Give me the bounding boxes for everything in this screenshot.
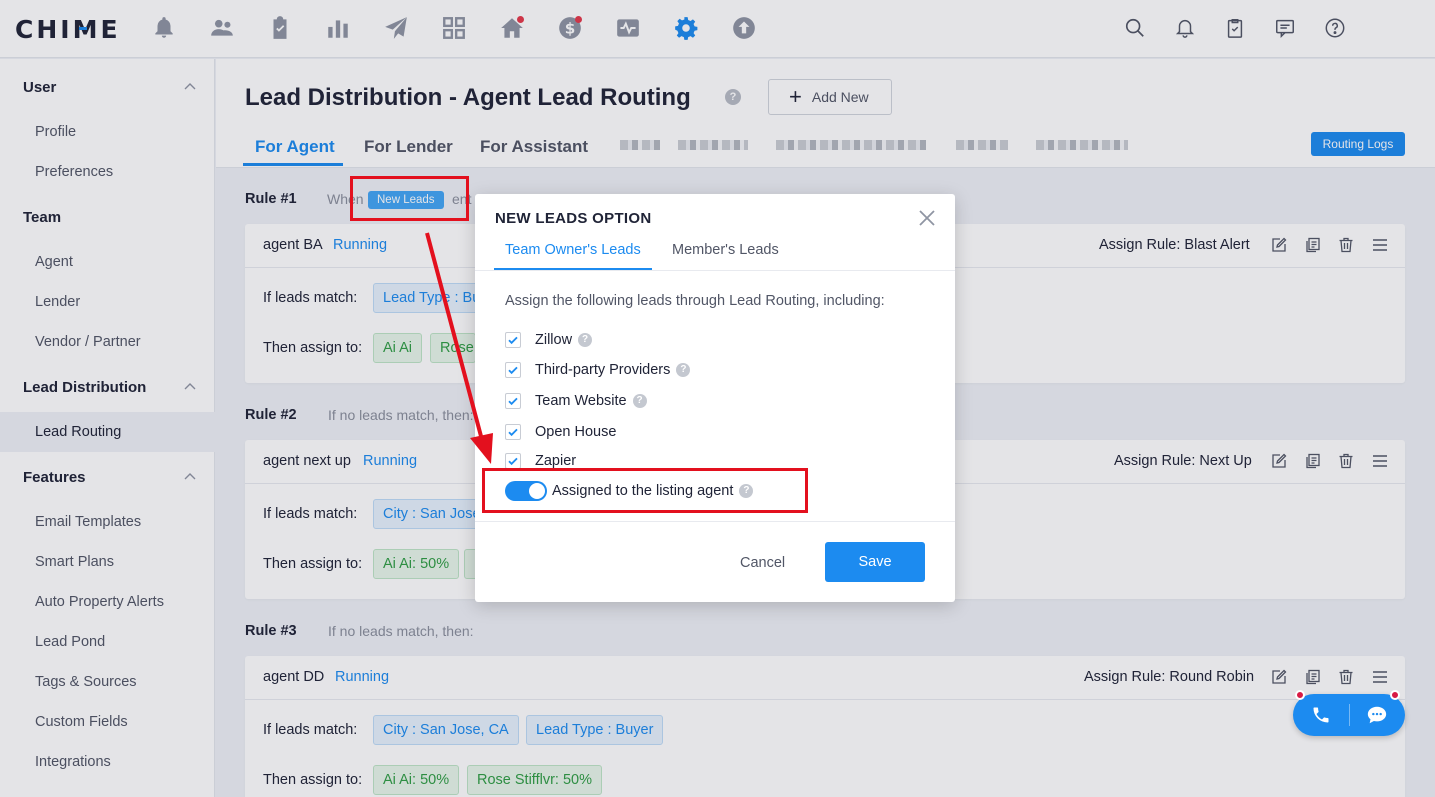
checkbox-checked[interactable]	[505, 332, 521, 348]
option-label: Third-party Providers	[535, 362, 671, 378]
notification-dot	[1390, 690, 1400, 700]
tab-members-leads[interactable]: Member's Leads	[672, 242, 779, 258]
checkbox-checked[interactable]	[505, 424, 521, 440]
divider	[1349, 704, 1350, 726]
option-zillow[interactable]: Zillow ?	[505, 330, 593, 350]
close-icon[interactable]	[917, 208, 937, 228]
option-label: Open House	[535, 424, 617, 440]
tab-team-owners-leads[interactable]: Team Owner's Leads	[505, 242, 641, 258]
divider	[475, 270, 955, 271]
cancel-button[interactable]: Cancel	[740, 555, 785, 571]
checkbox-checked[interactable]	[505, 393, 521, 409]
help-icon[interactable]: ?	[578, 333, 593, 347]
contact-widget	[1293, 694, 1405, 736]
modal-title: NEW LEADS OPTION	[495, 210, 652, 227]
phone-icon[interactable]	[1311, 705, 1331, 725]
option-open-house[interactable]: Open House	[505, 422, 616, 442]
notification-dot	[1295, 690, 1305, 700]
divider	[475, 521, 955, 522]
help-icon[interactable]: ?	[632, 394, 647, 408]
new-leads-option-modal: NEW LEADS OPTION Team Owner's Leads Memb…	[475, 194, 955, 602]
checkbox-checked[interactable]	[505, 362, 521, 378]
annotation-highlight-box	[350, 176, 469, 221]
save-button[interactable]: Save	[825, 542, 925, 582]
checkbox-checked[interactable]	[505, 453, 521, 469]
option-team-website[interactable]: Team Website ?	[505, 391, 647, 411]
help-icon[interactable]: ?	[676, 363, 691, 377]
modal-description: Assign the following leads through Lead …	[505, 293, 885, 309]
chat-icon[interactable]	[1366, 704, 1388, 726]
option-label: Team Website	[535, 393, 627, 409]
option-label: Zillow	[535, 332, 573, 348]
annotation-highlight-box	[482, 468, 808, 513]
option-label: Zapier	[535, 453, 577, 469]
option-third-party-providers[interactable]: Third-party Providers ?	[505, 360, 691, 380]
